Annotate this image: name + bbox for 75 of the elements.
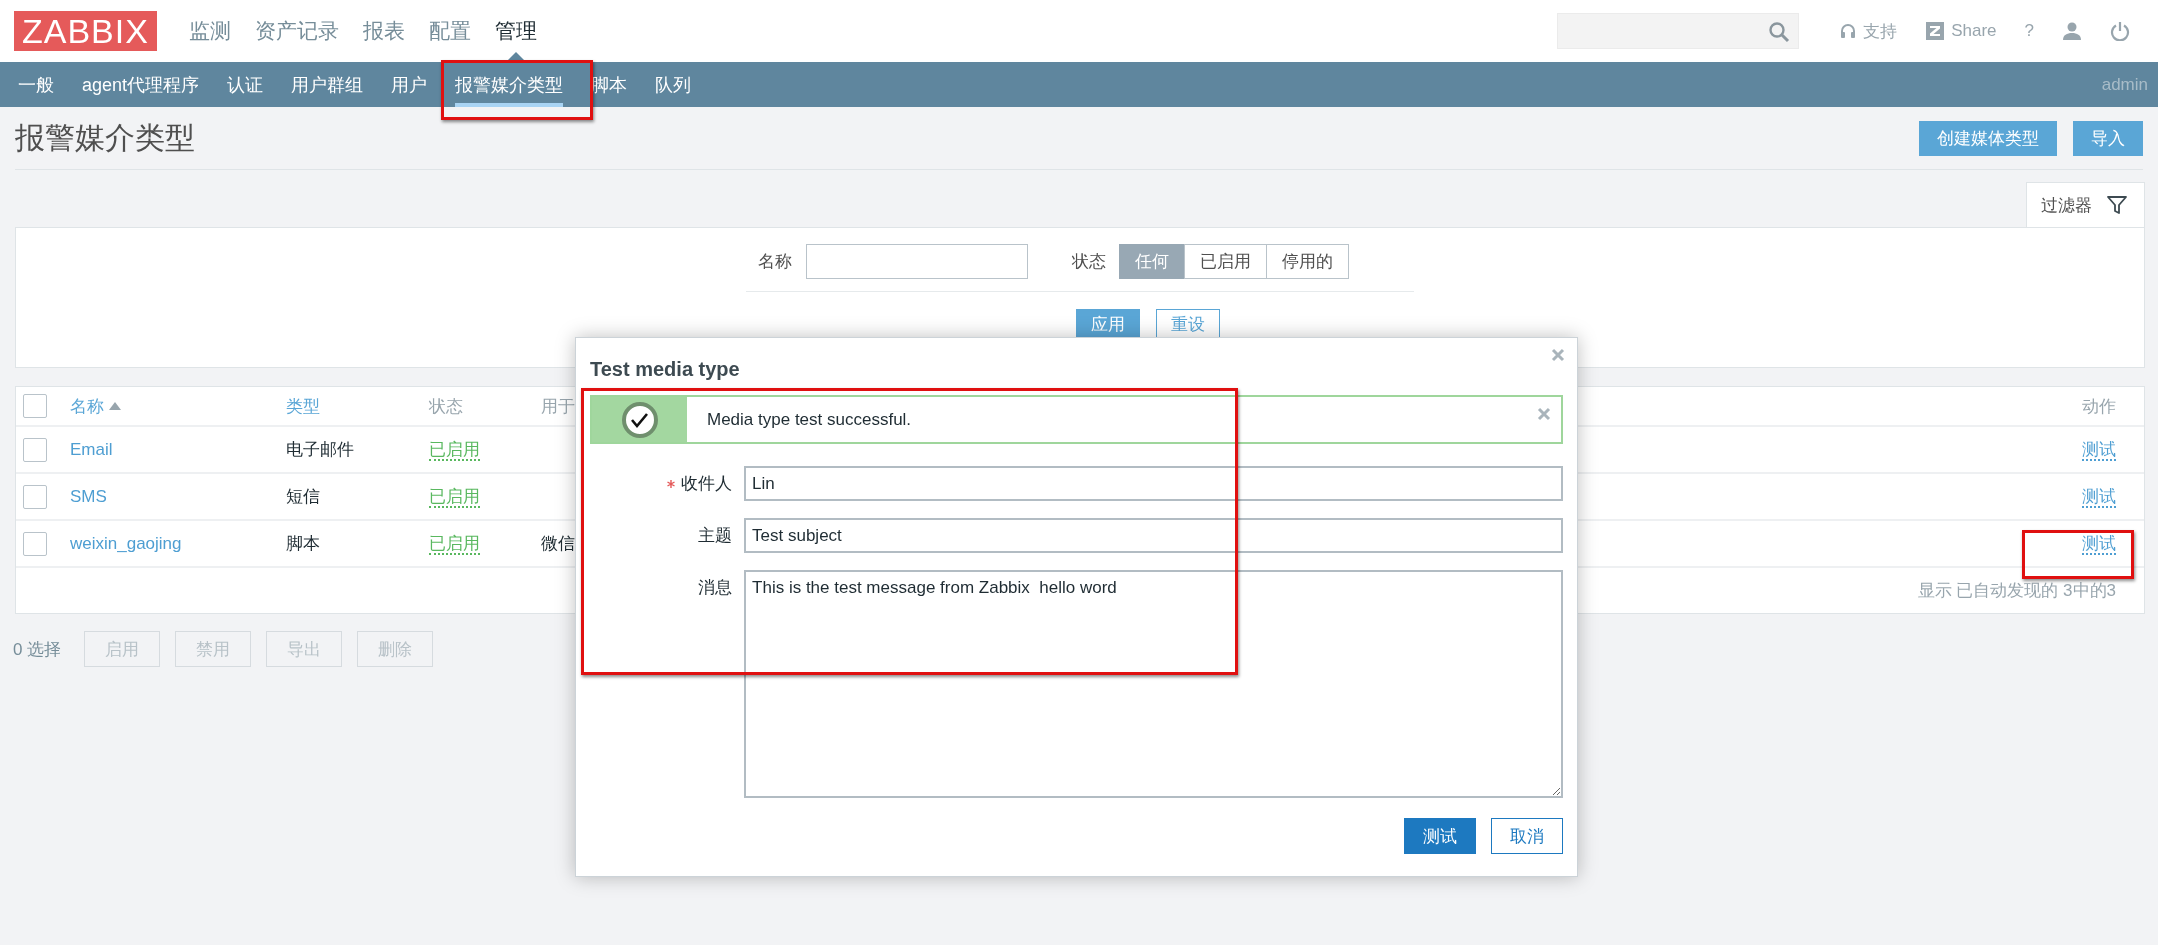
table-cell: 微信: [541, 534, 575, 553]
column-header: 状态: [429, 395, 463, 418]
text-field[interactable]: Lin: [744, 466, 1563, 501]
field-label: 名称: [758, 251, 792, 273]
checkbox[interactable]: [23, 531, 47, 556]
test-button[interactable]: 测试: [1404, 818, 1476, 854]
column-header[interactable]: 名称: [70, 394, 122, 418]
field-label: 主题: [698, 525, 733, 547]
submenu-tab[interactable]: 脚本: [591, 62, 628, 107]
status-link[interactable]: 已启用: [429, 534, 480, 555]
selection-count: 0 选择: [13, 638, 62, 661]
menu-item[interactable]: 报表: [350, 0, 417, 62]
status-link[interactable]: 已启用: [429, 440, 480, 461]
table-cell: 脚本: [286, 534, 320, 553]
link-label[interactable]: Share: [1951, 21, 1997, 41]
submenu-tab[interactable]: agent代理程序: [82, 62, 200, 107]
menu-item[interactable]: 监测: [176, 0, 243, 62]
close-icon[interactable]: [1551, 348, 1565, 362]
support-link[interactable]: 支持: [1839, 19, 1898, 43]
filter-tab[interactable]: 过滤器: [2026, 182, 2145, 227]
name-field[interactable]: [806, 244, 1028, 279]
submenu-tab[interactable]: 队列: [655, 62, 692, 107]
menu-item[interactable]: 配置: [416, 0, 483, 62]
name-link[interactable]: Email: [70, 439, 113, 459]
status-link[interactable]: 已启用: [429, 487, 480, 508]
page-title: 报警媒介类型: [15, 119, 196, 156]
search-field[interactable]: [1557, 13, 1800, 49]
search-icon: [1768, 21, 1791, 43]
zabbix-logo[interactable]: ZABBIX: [14, 11, 157, 51]
power-icon[interactable]: [2110, 21, 2130, 41]
submenu-tab[interactable]: 一般: [18, 62, 54, 107]
share-logo-icon: [1925, 21, 1946, 41]
test-link[interactable]: 测试: [2082, 534, 2116, 555]
close-icon[interactable]: [1537, 407, 1551, 421]
submenu-tab[interactable]: 用户群组: [291, 62, 364, 107]
name-link[interactable]: weixin_gaojing: [70, 533, 182, 553]
apply-button[interactable]: 应用: [1076, 309, 1140, 339]
help-link[interactable]: ?: [2024, 21, 2034, 41]
message-text: Media type test successful.: [706, 409, 912, 430]
header-button[interactable]: 创建媒体类型: [1919, 120, 2057, 156]
submenu-tab[interactable]: 认证: [227, 62, 264, 107]
cancel-button[interactable]: 取消: [1491, 818, 1563, 854]
table-cell: 短信: [286, 487, 320, 506]
submenu-tab[interactable]: 报警媒介类型: [455, 62, 564, 107]
checkbox[interactable]: [23, 437, 47, 462]
test-link[interactable]: 测试: [2082, 487, 2116, 508]
dialog-title: Test media type: [590, 358, 741, 381]
message-field[interactable]: This is the test message from Zabbix hello word: [744, 570, 1563, 798]
column-header: 动作: [2082, 395, 2116, 418]
field-label: 消息: [698, 577, 733, 599]
headset-icon: [1839, 22, 1858, 40]
text-field[interactable]: Test subject: [744, 518, 1563, 553]
status-option[interactable]: 停用的: [1266, 244, 1349, 279]
field-label: 收件人: [681, 473, 733, 495]
column-header: 用于: [541, 395, 575, 418]
field-label: 状态: [1072, 251, 1106, 273]
checkbox[interactable]: [23, 484, 47, 509]
filter-icon: [2106, 194, 2128, 216]
user-icon[interactable]: [2062, 21, 2082, 41]
menu-item[interactable]: 资产记录: [242, 0, 351, 62]
check-circle-icon: [620, 400, 659, 439]
table-cell: 电子邮件: [286, 440, 354, 459]
name-link[interactable]: SMS: [70, 486, 107, 506]
column-header[interactable]: 类型: [286, 394, 320, 418]
link-label[interactable]: 支持: [1863, 19, 1898, 43]
submenu-tab[interactable]: 用户: [391, 62, 428, 107]
share-link[interactable]: Share: [1925, 21, 1997, 41]
test-link[interactable]: 测试: [2082, 440, 2116, 461]
user-name[interactable]: admin: [2101, 74, 2148, 95]
filter-tab-label[interactable]: 过滤器: [2041, 193, 2092, 217]
header-button[interactable]: 导入: [2073, 120, 2143, 156]
status-option[interactable]: 任何: [1119, 244, 1185, 279]
checkbox[interactable]: [23, 394, 47, 418]
status-option[interactable]: 已启用: [1184, 244, 1267, 279]
reset-button[interactable]: 重设: [1156, 309, 1220, 339]
